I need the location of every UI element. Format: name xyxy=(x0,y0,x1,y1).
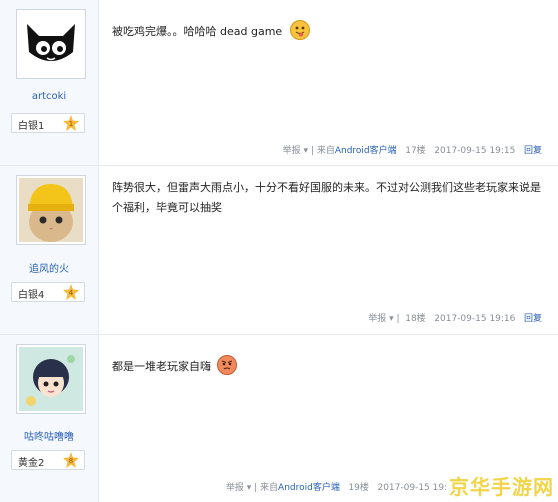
floor-number: 17楼 xyxy=(405,146,426,156)
level-label: 白银4 xyxy=(18,290,45,301)
avatar[interactable] xyxy=(16,344,86,414)
report-link[interactable]: 举报 xyxy=(368,314,386,324)
post-content: 阵势很大，但雷声大雨点小，十分不看好国服的未来。不过对公测我们这些老玩家来说是 … xyxy=(112,178,541,218)
reply-button[interactable]: 回复 xyxy=(524,146,542,156)
reply-button[interactable]: 回复 xyxy=(524,314,542,324)
post-content: 被吃鸡完爆。。哈哈哈 dead game xyxy=(112,20,310,42)
report-link[interactable]: 举报 xyxy=(283,146,301,156)
angry-face-emoji-icon xyxy=(216,355,237,375)
level-star-icon: 1 xyxy=(63,115,79,131)
username[interactable]: 追风的火 xyxy=(0,260,98,275)
post-time: 2017-09-15 19:15 xyxy=(434,146,516,156)
floor-number: 18楼 xyxy=(405,314,426,324)
user-sidebar: artcoki 白银1 1 xyxy=(0,0,99,165)
level-label: 黄金2 xyxy=(18,458,45,469)
source-prefix: 来自 xyxy=(260,483,279,493)
level-star-icon: 8 xyxy=(63,452,79,468)
post-meta: 举报 ▾ | 来自Android客户端 17楼 2017-09-15 19:15… xyxy=(282,146,542,156)
level-star-icon: 4 xyxy=(63,284,79,300)
post-time: 2017-09-15 19:16 xyxy=(434,314,516,324)
content-line: 阵势很大，但雷声大雨点小，十分不看好国服的未来。不过对公测我们这些老玩家来说是 xyxy=(112,181,541,194)
source-link[interactable]: Android客户端 xyxy=(335,146,397,156)
level-badge: 白银1 1 xyxy=(11,113,85,133)
floor-number: 19楼 xyxy=(348,483,369,493)
post-content: 都是一堆老玩家自嗨 xyxy=(112,355,237,377)
user-sidebar: 追风的火 白银4 4 xyxy=(0,166,99,334)
cat-avatar-icon xyxy=(19,12,83,76)
tongue-face-emoji-icon xyxy=(289,20,310,40)
avatar[interactable] xyxy=(16,9,86,79)
username[interactable]: artcoki xyxy=(0,91,98,102)
avatar[interactable] xyxy=(16,175,86,245)
username[interactable]: 咕咚咕噜噜 xyxy=(0,428,98,443)
level-star-number: 1 xyxy=(69,120,73,128)
anime-girl-avatar-icon xyxy=(19,347,83,411)
level-badge: 黄金2 8 xyxy=(11,450,85,470)
post-meta: 举报 ▾ | 18楼 2017-09-15 19:16 回复 xyxy=(368,314,542,324)
level-star-number: 4 xyxy=(69,289,74,297)
watermark: 京华手游网 xyxy=(449,475,554,499)
content-line: 个福利，毕竟可以抽奖 xyxy=(112,201,222,214)
source-link[interactable]: Android客户端 xyxy=(278,483,340,493)
post-18: 追风的火 白银4 4 阵势很大，但雷声大雨点小，十分不看好国服的未来。不过对公测… xyxy=(0,166,558,334)
content-line: 被吃鸡完爆。。哈哈哈 dead game xyxy=(112,25,283,38)
level-label: 白银1 xyxy=(18,121,45,132)
source-prefix: 来自 xyxy=(316,146,335,156)
post-time: 2017-09-15 19: xyxy=(377,483,448,493)
content-line: 都是一堆老玩家自嗨 xyxy=(112,360,211,373)
cat-yellow-hat-avatar-icon xyxy=(19,178,83,242)
report-link[interactable]: 举报 xyxy=(226,483,244,493)
user-sidebar: 咕咚咕噜噜 黄金2 8 xyxy=(0,335,99,502)
post-17: artcoki 白银1 1 被吃鸡完爆。。哈哈哈 dead game 举报 ▾ … xyxy=(0,0,558,165)
level-badge: 白银4 4 xyxy=(11,282,85,302)
level-star-number: 8 xyxy=(69,457,73,465)
